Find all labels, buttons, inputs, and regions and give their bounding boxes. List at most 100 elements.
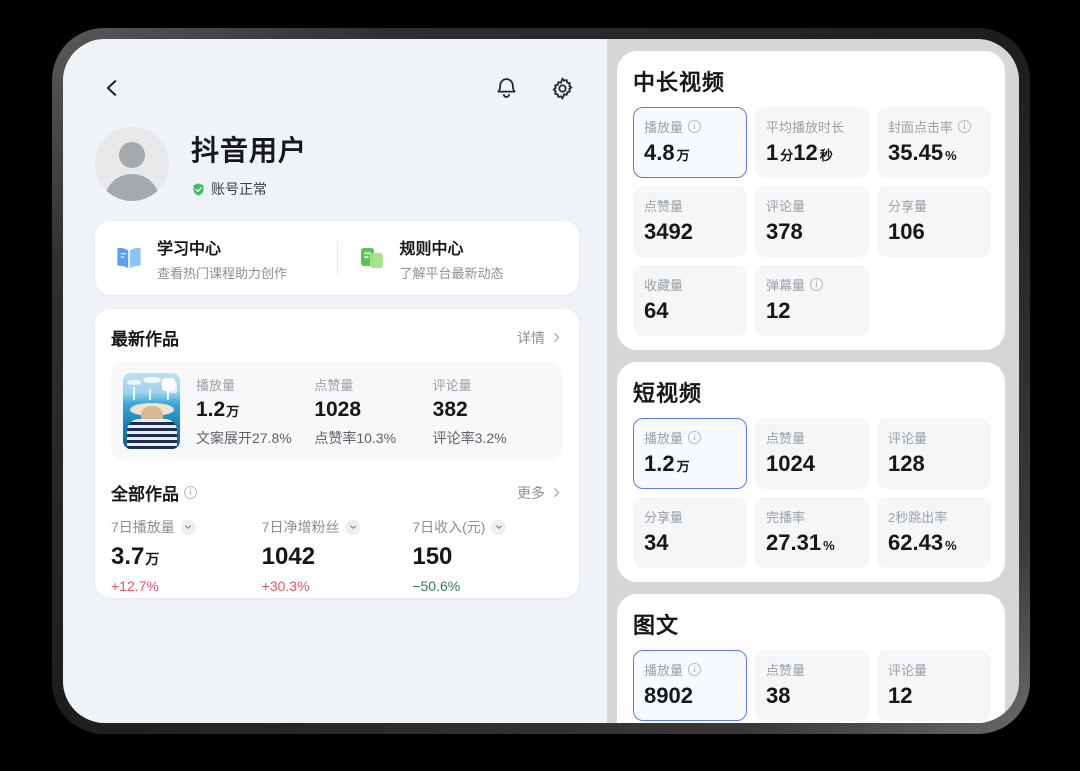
metric-tile-label-text: 弹幕量 xyxy=(766,278,806,293)
kpi-row: 7日播放量 3.7万 +12.7% 7日净增粉丝 1042 +30.3% 7日收… xyxy=(111,517,563,594)
metric-tile-unit: 万 xyxy=(676,148,690,163)
tile-placeholder xyxy=(877,265,991,336)
metric-tile[interactable]: 评论量 12 xyxy=(877,650,991,721)
metric-tile-label-text: 播放量 xyxy=(644,120,684,135)
chevron-down-icon[interactable] xyxy=(180,519,196,535)
metric-tile-label: 播放量 i xyxy=(644,428,736,447)
kpi-number: 3.7 xyxy=(111,543,145,570)
all-works-more-link[interactable]: 更多 xyxy=(517,483,563,503)
bell-icon[interactable] xyxy=(489,71,523,105)
work-stat-rate: 评论率3.2% xyxy=(432,429,507,446)
kpi-delta: +12.7% xyxy=(111,578,159,594)
metric-tile-label: 播放量 i xyxy=(644,117,736,136)
info-icon[interactable]: i xyxy=(184,486,197,499)
metric-tile[interactable]: 平均播放时长 1 分12 秒 xyxy=(755,107,869,178)
metric-tile-label-text: 播放量 xyxy=(644,431,684,446)
metric-tile[interactable]: 点赞量 38 xyxy=(755,650,869,721)
work-stat-rate: 文案展开27.8% xyxy=(196,429,292,446)
learning-center-title: 学习中心 xyxy=(157,240,222,258)
metric-tile-label: 封面点击率 i xyxy=(888,117,980,136)
metric-tile[interactable]: 分享量 106 xyxy=(877,186,991,257)
metric-tile-label-text: 完播率 xyxy=(766,510,806,525)
shield-check-icon xyxy=(193,182,204,196)
rules-center-text: 规则中心 了解平台最新动态 xyxy=(400,235,504,282)
metric-tile-label: 点赞量 xyxy=(766,428,858,447)
work-stat-unit: 万 xyxy=(226,403,240,419)
metric-tile-number: 12 xyxy=(888,683,913,708)
rules-center-item[interactable]: 规则中心 了解平台最新动态 xyxy=(338,235,580,282)
metric-tile-label: 弹幕量 i xyxy=(766,275,858,294)
metric-tile[interactable]: 2秒跳出率 62.43% xyxy=(877,497,991,568)
metric-tile[interactable]: 弹幕量 i 12 xyxy=(755,265,869,336)
metric-tile[interactable]: 评论量 128 xyxy=(877,418,991,489)
work-stat: 点赞量 1028 点赞率10.3% xyxy=(314,375,432,448)
metric-tile[interactable]: 封面点击率 i 35.45% xyxy=(877,107,991,178)
latest-works-title: 最新作品 xyxy=(111,330,179,349)
kpi-number: 150 xyxy=(412,543,453,570)
info-icon[interactable]: i xyxy=(810,278,824,291)
all-works-title: 全部作品 xyxy=(111,485,179,504)
metric-tile[interactable]: 评论量 378 xyxy=(755,186,869,257)
page-title: 抖音用户 xyxy=(191,135,308,166)
kpi-selector[interactable]: 7日净增粉丝 xyxy=(262,517,413,537)
work-stat-number: 382 xyxy=(432,397,468,421)
metric-tile-value: 1 分12 秒 xyxy=(766,140,858,166)
back-button[interactable] xyxy=(95,71,129,105)
metric-tile-value: 378 xyxy=(766,219,858,245)
metric-tile-label: 评论量 xyxy=(888,660,980,679)
metric-tile-label-text: 2秒跳出率 xyxy=(888,510,948,525)
metric-tile-number: 34 xyxy=(644,530,669,555)
profile-block[interactable]: 抖音用户 账号正常 xyxy=(95,127,579,201)
gear-icon[interactable] xyxy=(545,71,579,105)
work-thumbnail[interactable] xyxy=(123,373,180,449)
metric-tile-label: 完播率 xyxy=(766,507,858,526)
metric-tile-label-text: 封面点击率 xyxy=(888,120,954,135)
chevron-down-icon[interactable] xyxy=(345,519,361,535)
metric-tile-label-text: 评论量 xyxy=(888,431,928,446)
metric-tile[interactable]: 完播率 27.31% xyxy=(755,497,869,568)
metric-tile-value: 12 xyxy=(766,298,858,324)
rules-cards-icon xyxy=(360,248,383,268)
learning-center-item[interactable]: 学习中心 查看热门课程助力创作 xyxy=(95,235,337,282)
kpi-label: 7日收入(元) xyxy=(412,519,486,535)
chevron-down-icon[interactable] xyxy=(491,519,507,535)
metric-tile-label: 点赞量 xyxy=(644,196,736,215)
metric-tile-label-text: 点赞量 xyxy=(766,431,806,446)
info-icon[interactable]: i xyxy=(958,120,972,133)
metric-tile-number: 378 xyxy=(766,219,803,244)
chevron-right-icon xyxy=(554,333,560,342)
kpi-selector[interactable]: 7日播放量 xyxy=(111,517,262,537)
avatar-placeholder-icon[interactable] xyxy=(95,127,169,201)
latest-works-detail-link[interactable]: 详情 xyxy=(517,328,563,348)
kpi-selector[interactable]: 7日收入(元) xyxy=(412,517,563,537)
metric-tile-number: 3492 xyxy=(644,219,693,244)
metric-tile[interactable]: 分享量 34 xyxy=(633,497,747,568)
learning-center-subtitle: 查看热门课程助力创作 xyxy=(157,265,288,281)
latest-work-row[interactable]: 播放量 1.2万 文案展开27.8% 点赞量 1028 点赞率10.3% 评论量… xyxy=(111,362,563,460)
metric-tile[interactable]: 播放量 i 1.2 万 xyxy=(633,418,747,489)
metric-tile-value: 1.2 万 xyxy=(644,451,736,477)
metric-tile[interactable]: 点赞量 3492 xyxy=(633,186,747,257)
metric-tile[interactable]: 播放量 i 4.8 万 xyxy=(633,107,747,178)
info-icon[interactable]: i xyxy=(688,663,702,676)
metric-tile-label: 点赞量 xyxy=(766,660,858,679)
metric-tile-label: 评论量 xyxy=(766,196,858,215)
metric-tile-label-text: 评论量 xyxy=(766,199,806,214)
metric-tile-label: 播放量 i xyxy=(644,660,736,679)
group-title: 短视频 xyxy=(633,381,703,406)
kpi-number: 1042 xyxy=(261,543,316,570)
metric-tile-label: 分享量 xyxy=(888,196,980,215)
metric-tile-label: 评论量 xyxy=(888,428,980,447)
metric-tile[interactable]: 点赞量 1024 xyxy=(755,418,869,489)
metric-tile-unit: 万 xyxy=(676,459,690,474)
metric-tile-value: 8902 xyxy=(644,683,736,709)
metric-tile-label: 分享量 xyxy=(644,507,736,526)
group-tiles: 播放量 i 4.8 万平均播放时长 1 分12 秒封面点击率 i 35.45% 点赞量 3492 评论… xyxy=(633,107,991,336)
work-stat-label: 点赞量 xyxy=(314,377,354,393)
info-icon[interactable]: i xyxy=(688,431,702,444)
metric-tile[interactable]: 收藏量 64 xyxy=(633,265,747,336)
info-icon[interactable]: i xyxy=(688,120,702,133)
metric-tile-number: 38 xyxy=(766,683,791,708)
metric-tile[interactable]: 播放量 i 8902 xyxy=(633,650,747,721)
metric-tile-value: 34 xyxy=(644,530,736,556)
